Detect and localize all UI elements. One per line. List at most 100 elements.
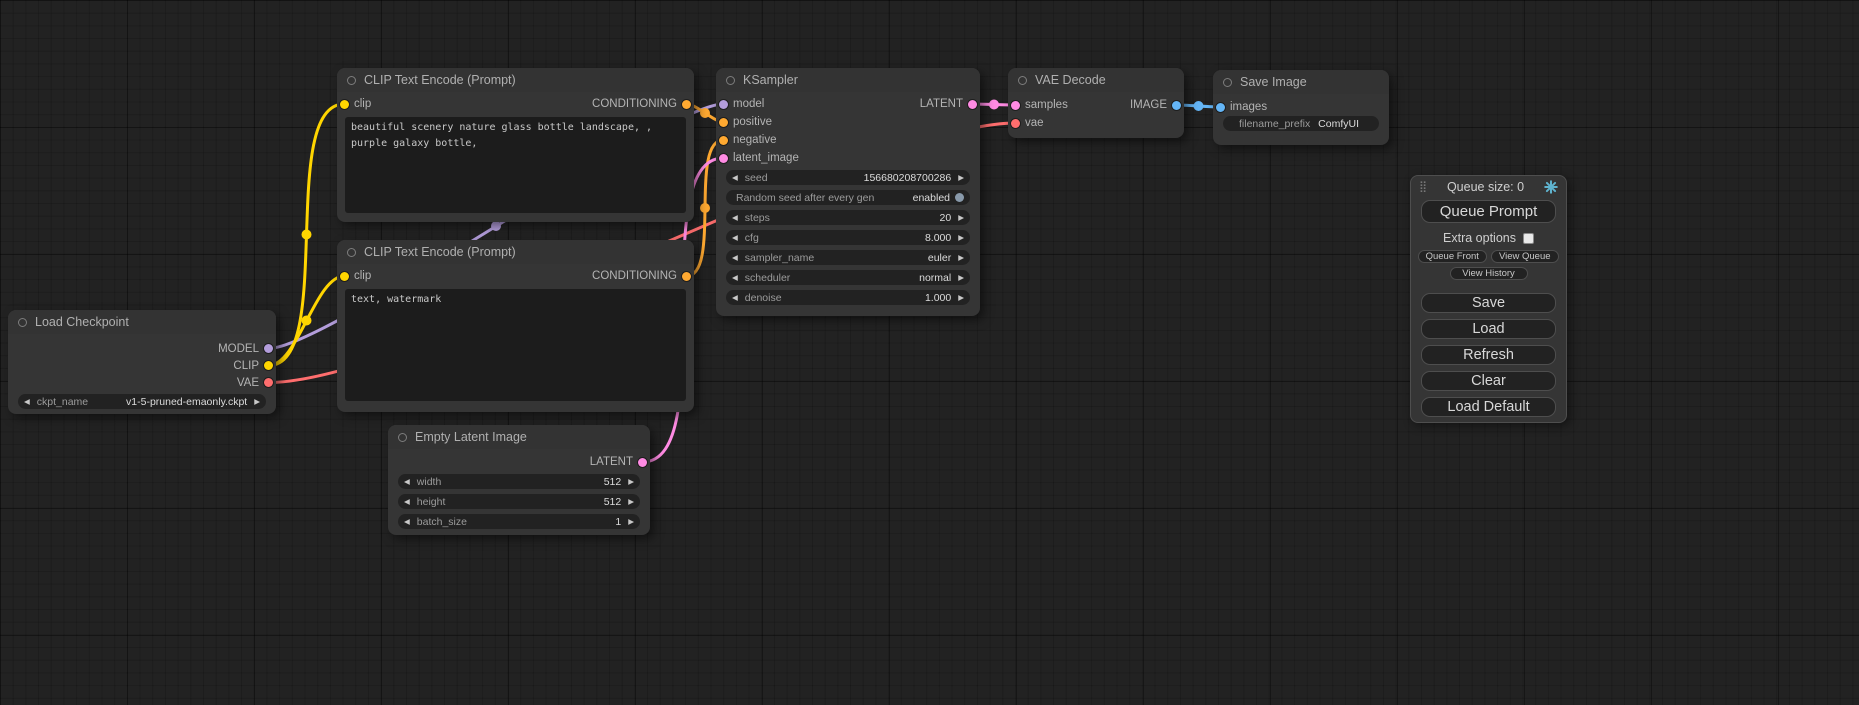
node-title-bar[interactable]: VAE Decode: [1008, 68, 1184, 92]
comfyui-canvas[interactable]: { "colors": { "model": "#B39DDB", "clip"…: [0, 0, 1859, 705]
node-title-bar[interactable]: CLIP Text Encode (Prompt): [337, 240, 694, 264]
widget-sampler-name[interactable]: ◀ sampler_name euler ▶: [726, 250, 970, 265]
collapse-dot-icon[interactable]: [18, 318, 27, 327]
input-dot-samples[interactable]: [1011, 101, 1020, 110]
collapse-dot-icon[interactable]: [347, 76, 356, 85]
prompt-textarea[interactable]: beautiful scenery nature glass bottle la…: [345, 117, 686, 213]
input-dot-clip[interactable]: [340, 100, 349, 109]
decrement-arrow-icon[interactable]: ◀: [732, 234, 738, 242]
queue-front-button[interactable]: Queue Front: [1418, 250, 1487, 263]
collapse-dot-icon[interactable]: [347, 248, 356, 257]
node-clip-text-encode-positive[interactable]: CLIP Text Encode (Prompt) clip CONDITION…: [337, 68, 694, 222]
increment-arrow-icon[interactable]: ▶: [958, 174, 964, 182]
widget-random-seed-toggle[interactable]: Random seed after every gen enabled: [726, 190, 970, 205]
clear-button[interactable]: Clear: [1421, 371, 1556, 391]
prompt-textarea[interactable]: text, watermark: [345, 289, 686, 401]
node-title-bar[interactable]: KSampler: [716, 68, 980, 92]
output-dot-conditioning[interactable]: [682, 100, 691, 109]
queue-panel[interactable]: ⣿ Queue size: 0 Queue Prompt Extra optio…: [1410, 175, 1567, 423]
combo-left-arrow-icon[interactable]: ◀: [732, 254, 738, 262]
link-dot-model: [491, 221, 501, 231]
node-body: MODEL CLIP VAE ◀ ckpt_name v1-5-pruned-e…: [8, 334, 276, 409]
combo-left-arrow-icon[interactable]: ◀: [732, 274, 738, 282]
decrement-arrow-icon[interactable]: ◀: [404, 478, 410, 486]
increment-arrow-icon[interactable]: ▶: [628, 498, 634, 506]
decrement-arrow-icon[interactable]: ◀: [732, 294, 738, 302]
combo-right-arrow-icon[interactable]: ▶: [254, 398, 260, 406]
collapse-dot-icon[interactable]: [398, 433, 407, 442]
increment-arrow-icon[interactable]: ▶: [958, 294, 964, 302]
widget-ckpt-name[interactable]: ◀ ckpt_name v1-5-pruned-emaonly.ckpt ▶: [18, 394, 266, 409]
widget-cfg[interactable]: ◀ cfg 8.000 ▶: [726, 230, 970, 245]
collapse-dot-icon[interactable]: [726, 76, 735, 85]
combo-right-arrow-icon[interactable]: ▶: [958, 254, 964, 262]
input-dot-model[interactable]: [719, 100, 728, 109]
queue-prompt-button[interactable]: Queue Prompt: [1421, 200, 1556, 223]
output-dot-conditioning[interactable]: [682, 272, 691, 281]
input-slot-images: images: [1213, 98, 1389, 116]
output-dot-model[interactable]: [264, 344, 273, 353]
increment-arrow-icon[interactable]: ▶: [958, 234, 964, 242]
widget-seed[interactable]: ◀ seed 156680208700286 ▶: [726, 170, 970, 185]
view-queue-button[interactable]: View Queue: [1491, 250, 1560, 263]
decrement-arrow-icon[interactable]: ◀: [404, 498, 410, 506]
node-load-checkpoint[interactable]: Load Checkpoint MODEL CLIP VAE ◀ ckpt_na…: [8, 310, 276, 414]
node-body: clip CONDITIONING beautiful scenery natu…: [337, 92, 694, 213]
refresh-button[interactable]: Refresh: [1421, 345, 1556, 365]
combo-right-arrow-icon[interactable]: ▶: [958, 274, 964, 282]
toggle-indicator-icon[interactable]: [955, 193, 964, 202]
settings-gear-icon[interactable]: [1544, 180, 1558, 194]
queue-panel-header: ⣿ Queue size: 0: [1411, 176, 1566, 194]
collapse-dot-icon[interactable]: [1223, 78, 1232, 87]
node-clip-text-encode-negative[interactable]: CLIP Text Encode (Prompt) clip CONDITION…: [337, 240, 694, 412]
decrement-arrow-icon[interactable]: ◀: [732, 174, 738, 182]
widget-denoise[interactable]: ◀ denoise 1.000 ▶: [726, 290, 970, 305]
node-ksampler[interactable]: KSampler model LATENT positive negative …: [716, 68, 980, 316]
input-dot-images[interactable]: [1216, 103, 1225, 112]
output-dot-clip[interactable]: [264, 361, 273, 370]
combo-left-arrow-icon[interactable]: ◀: [24, 398, 30, 406]
output-dot-image[interactable]: [1172, 101, 1181, 110]
slot-row-model-latent: model LATENT: [716, 95, 980, 113]
input-dot-positive[interactable]: [719, 118, 728, 127]
widget-filename-prefix[interactable]: filename_prefix ComfyUI: [1223, 116, 1379, 131]
node-empty-latent-image[interactable]: Empty Latent Image LATENT ◀ width 512 ▶ …: [388, 425, 650, 535]
input-dot-clip[interactable]: [340, 272, 349, 281]
load-button[interactable]: Load: [1421, 319, 1556, 339]
node-title: Save Image: [1240, 75, 1307, 89]
collapse-dot-icon[interactable]: [1018, 76, 1027, 85]
decrement-arrow-icon[interactable]: ◀: [404, 518, 410, 526]
node-title: Empty Latent Image: [415, 430, 527, 444]
node-title-bar[interactable]: CLIP Text Encode (Prompt): [337, 68, 694, 92]
node-title: CLIP Text Encode (Prompt): [364, 245, 516, 259]
increment-arrow-icon[interactable]: ▶: [628, 478, 634, 486]
extra-options-checkbox[interactable]: [1523, 233, 1534, 244]
save-button[interactable]: Save: [1421, 293, 1556, 313]
input-dot-latent-image[interactable]: [719, 154, 728, 163]
load-default-button[interactable]: Load Default: [1421, 397, 1556, 417]
widget-steps[interactable]: ◀ steps 20 ▶: [726, 210, 970, 225]
view-history-button[interactable]: View History: [1450, 267, 1528, 280]
input-slot-negative: negative: [716, 131, 980, 149]
widget-height[interactable]: ◀ height 512 ▶: [398, 494, 640, 509]
node-save-image[interactable]: Save Image images filename_prefix ComfyU…: [1213, 70, 1389, 145]
node-title-bar[interactable]: Load Checkpoint: [8, 310, 276, 334]
decrement-arrow-icon[interactable]: ◀: [732, 214, 738, 222]
increment-arrow-icon[interactable]: ▶: [628, 518, 634, 526]
node-title-bar[interactable]: Empty Latent Image: [388, 425, 650, 449]
output-dot-latent[interactable]: [638, 458, 647, 467]
node-vae-decode[interactable]: VAE Decode samples IMAGE vae: [1008, 68, 1184, 138]
input-dot-vae[interactable]: [1011, 119, 1020, 128]
widget-width[interactable]: ◀ width 512 ▶: [398, 474, 640, 489]
increment-arrow-icon[interactable]: ▶: [958, 214, 964, 222]
widget-batch-size[interactable]: ◀ batch_size 1 ▶: [398, 514, 640, 529]
link-dot-clip-a: [302, 230, 312, 240]
widget-scheduler[interactable]: ◀ scheduler normal ▶: [726, 270, 970, 285]
output-dot-vae[interactable]: [264, 378, 273, 387]
output-dot-latent[interactable]: [968, 100, 977, 109]
node-title-bar[interactable]: Save Image: [1213, 70, 1389, 94]
slot-row-samples-image: samples IMAGE: [1008, 96, 1184, 114]
drag-handle-icon[interactable]: ⣿: [1419, 182, 1427, 193]
node-title: Load Checkpoint: [35, 315, 129, 329]
input-dot-negative[interactable]: [719, 136, 728, 145]
